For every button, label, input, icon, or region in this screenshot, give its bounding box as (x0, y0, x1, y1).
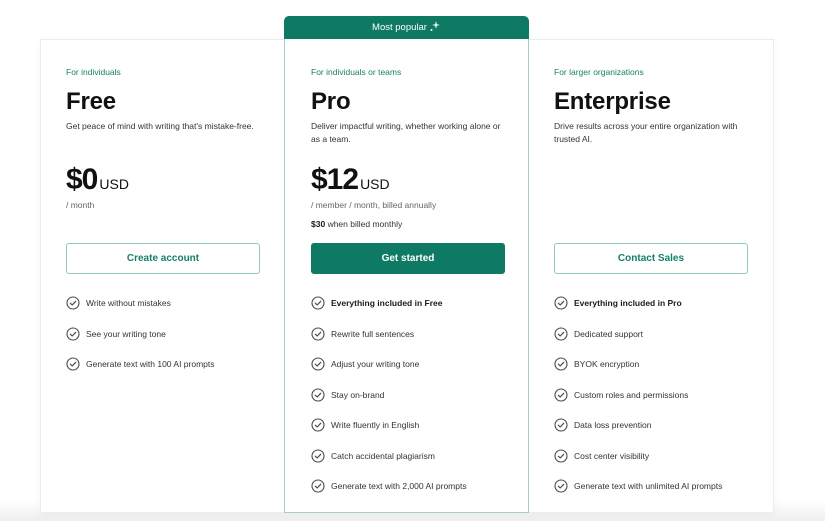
plan-name: Enterprise (554, 88, 671, 115)
most-popular-badge: Most popular (284, 16, 529, 39)
feature-item: Rewrite full sentences (311, 319, 467, 350)
feature-label: BYOK encryption (574, 359, 640, 370)
check-circle-icon (311, 357, 325, 371)
plan-audience: For larger organizations (554, 67, 644, 77)
plan-price: $12 USD (311, 163, 390, 197)
feature-item: Generate text with 2,000 AI prompts (311, 471, 467, 502)
check-circle-icon (554, 388, 568, 402)
feature-item: See your writing tone (66, 319, 215, 350)
feature-label: Write without mistakes (86, 298, 171, 309)
monthly-price-note: $30 when billed monthly (311, 219, 402, 229)
plan-description: Drive results across your entire organiz… (554, 121, 738, 144)
plan-name: Free (66, 88, 116, 115)
check-circle-icon (311, 479, 325, 493)
feature-label: Generate text with 2,000 AI prompts (331, 481, 467, 492)
plan-name: Pro (311, 88, 351, 115)
feature-list: Everything included in Pro Dedicated supp… (554, 288, 722, 502)
check-circle-icon (311, 449, 325, 463)
check-circle-icon (311, 327, 325, 341)
plan-description: Deliver impactful writing, whether worki… (311, 121, 501, 144)
feature-label: Cost center visibility (574, 450, 650, 461)
check-circle-icon (66, 327, 80, 341)
check-circle-icon (554, 296, 568, 310)
feature-item: Adjust your writing tone (311, 349, 467, 380)
feature-label: Dedicated support (574, 328, 643, 339)
check-circle-icon (554, 418, 568, 432)
plan-audience: For individuals or teams (311, 67, 402, 77)
feature-item: Generate text with 100 AI prompts (66, 349, 215, 380)
get-started-button[interactable]: Get started (311, 243, 505, 274)
price-currency: USD (360, 176, 390, 192)
plan-price: $0 USD (66, 163, 129, 197)
monthly-price: $30 (311, 219, 326, 229)
feature-label: Data loss prevention (574, 420, 652, 431)
price-amount: $12 (311, 163, 359, 196)
feature-item: Write fluently in English (311, 410, 467, 441)
feature-item: Generate text with unlimited AI prompts (554, 471, 722, 502)
feature-label: Rewrite full sentences (331, 328, 415, 339)
check-circle-icon (66, 357, 80, 371)
most-popular-label: Most popular (372, 22, 427, 33)
feature-label: Stay on-brand (331, 389, 385, 400)
check-circle-icon (554, 327, 568, 341)
feature-item: Custom roles and permissions (554, 380, 722, 411)
price-period: / member / month, billed annually (311, 200, 437, 210)
feature-label: Catch accidental plagiarism (331, 450, 435, 461)
monthly-note: when billed monthly (327, 219, 403, 229)
feature-list: Everything included in Free Rewrite full … (311, 288, 467, 502)
price-amount: $0 (66, 163, 98, 196)
contact-sales-button[interactable]: Contact Sales (554, 243, 748, 274)
feature-item: Write without mistakes (66, 288, 215, 319)
feature-item: Everything included in Pro (554, 288, 722, 319)
feature-label: Everything included in Pro (574, 298, 682, 309)
plan-description: Get peace of mind with writing that's mi… (66, 121, 254, 131)
feature-label: Write fluently in English (331, 420, 420, 431)
sparkle-icon (430, 20, 440, 31)
feature-item: Catch accidental plagiarism (311, 441, 467, 472)
plan-card-free: For individuals Free Get peace of mind w… (41, 39, 284, 513)
feature-label: See your writing tone (86, 328, 166, 339)
check-circle-icon (554, 479, 568, 493)
check-circle-icon (311, 388, 325, 402)
create-account-button[interactable]: Create account (66, 243, 260, 274)
feature-label: Generate text with unlimited AI prompts (574, 481, 723, 492)
check-circle-icon (66, 296, 80, 310)
feature-list: Write without mistakes See your writing t… (66, 288, 215, 380)
feature-item: Cost center visibility (554, 441, 722, 472)
check-circle-icon (554, 449, 568, 463)
check-circle-icon (554, 357, 568, 371)
feature-label: Everything included in Free (331, 298, 443, 309)
feature-item: BYOK encryption (554, 349, 722, 380)
feature-item: Stay on-brand (311, 380, 467, 411)
plan-card-enterprise: For larger organizations Enterprise Driv… (529, 39, 773, 513)
price-period: / month (66, 200, 95, 210)
plan-audience: For individuals (66, 67, 121, 77)
price-currency: USD (99, 176, 129, 192)
check-circle-icon (311, 418, 325, 432)
feature-item: Data loss prevention (554, 410, 722, 441)
feature-item: Dedicated support (554, 319, 722, 350)
plan-card-pro: For individuals or teams Pro Deliver imp… (284, 39, 529, 513)
check-circle-icon (311, 296, 325, 310)
pricing-page: Most popular For individuals Free Get pe… (0, 0, 825, 521)
feature-item: Everything included in Free (311, 288, 467, 319)
feature-label: Custom roles and permissions (574, 389, 689, 400)
feature-label: Generate text with 100 AI prompts (86, 359, 215, 370)
feature-label: Adjust your writing tone (331, 359, 420, 370)
